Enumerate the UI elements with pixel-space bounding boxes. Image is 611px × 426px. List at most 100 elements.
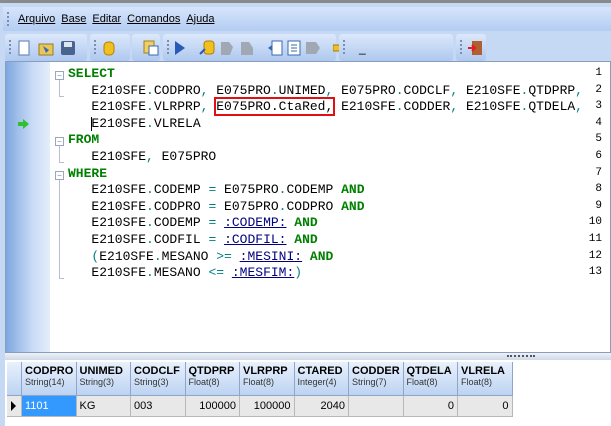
save-icon[interactable] [59,39,77,57]
column-header-codder[interactable]: CODDER String(7) [349,362,404,396]
column-type: String(3) [79,377,115,387]
toolbar-grip[interactable] [9,40,11,54]
code-line[interactable]: FROM [68,132,99,148]
column-name: UNIMED [79,365,123,377]
fold-toggle-icon[interactable]: − [55,71,64,80]
toolbar-file [5,34,87,61]
code-line[interactable]: (E210SFE.MESANO >= :MESINI: AND [68,249,333,265]
grid-cell[interactable]: 0 [403,396,458,417]
toolbar-import [132,34,160,61]
code-token: CODPRO [153,198,209,214]
code-line[interactable]: E210SFE.MESANO <= :MESFIM:) [68,265,302,281]
menu-base[interactable]: Base [61,13,86,25]
db-link-icon[interactable] [199,39,215,57]
database-icon[interactable] [100,39,118,57]
code-token: , [575,99,583,115]
splitter-grip[interactable] [507,355,535,357]
code-token: . [146,198,154,214]
code-token: CODCLF [403,82,451,98]
code-line[interactable]: E210SFE.CODPRO = E075PRO.CODPRO AND [68,198,364,215]
code-line[interactable]: E210SFE.CODFIL = :CODFIL: AND [68,232,317,248]
disabled-action-icon[interactable] [219,39,235,57]
column-type: Float(8) [243,377,275,387]
grid-corner [7,362,22,396]
parameter-token: :CODFIL: [224,232,287,247]
sql-editor[interactable]: 1 2 3 4 5 6 7 8 9 10 11 12 13 − − − SELECT E210SFE.CODP… [5,61,611,353]
menu-editar[interactable]: Editar [92,13,121,25]
run-icon[interactable] [173,39,187,57]
line-number: 8 [595,183,602,196]
code-token: E075PRO [341,82,396,98]
menu-ajuda[interactable]: Ajuda [186,13,214,25]
code-line[interactable]: E210SFE.CODEMP = E075PRO.CODEMP AND [68,182,365,198]
grid-cell[interactable]: KG [76,396,131,417]
column-name: CTARED [297,365,343,377]
line-number: 13 [588,266,602,279]
toolbar-grip[interactable] [167,40,169,54]
code-token: CODFIL [153,232,209,247]
column-header-unimed[interactable]: UNIMED String(3) [76,362,131,396]
column-header-ctared[interactable]: CTARED Integer(4) [294,362,349,396]
column-header-codpro[interactable]: CODPRO String(14) [22,362,77,396]
menu-comandos[interactable]: Comandos [127,13,180,25]
grid-cell[interactable]: 100000 [240,396,295,417]
column-header-qtdela[interactable]: QTDELA Float(8) [403,362,458,396]
menu-arquivo[interactable]: Arquivo [18,13,55,25]
toolbar-grip[interactable] [94,40,96,54]
grid-cell[interactable]: 1101 [22,396,77,417]
sql-keyword: AND [294,215,318,231]
code-line[interactable]: E210SFE.CODPRO, E075PRO.UNIMED, E075PRO.… [68,83,583,99]
code-token: . [146,215,154,231]
open-file-icon[interactable] [37,39,55,57]
code-token: E210SFE [465,82,521,98]
column-type: Float(8) [461,377,493,387]
new-file-icon[interactable] [15,39,33,57]
fold-toggle-icon[interactable]: − [55,137,64,147]
code-line[interactable]: WHERE [68,166,107,182]
disabled-action-icon[interactable] [239,39,255,57]
grid-cell[interactable]: 100000 [185,396,240,417]
list-icon[interactable] [287,39,301,57]
toolbar-grip[interactable] [460,40,462,54]
line-number: 6 [595,150,602,162]
column-header-codclf[interactable]: CODCLF String(3) [131,362,186,396]
grid-cell[interactable] [349,396,404,417]
exit-icon[interactable] [466,39,484,57]
column-header-vlrprp[interactable]: VLRPRP Float(8) [240,362,295,396]
import-icon[interactable] [142,39,160,57]
sql-keyword: AND [341,182,365,198]
column-header-vlrela[interactable]: VLRELA Float(8) [458,362,513,396]
code-line[interactable]: E210SFE.VLRELA [68,116,201,132]
fold-toggle-icon[interactable]: − [55,170,64,180]
disabled-next-icon[interactable] [305,39,321,57]
code-line[interactable]: E210SFE.VLRPRP, E075PRO.CtaRed, E210SFE.… [68,97,583,117]
row-indicator[interactable] [7,396,22,417]
code-line[interactable]: E210SFE, E075PRO [68,149,216,165]
code-line[interactable]: SELECT [68,66,115,82]
code-token: , [200,99,217,115]
grid-cell[interactable]: 2040 [294,396,349,417]
grid-cell[interactable]: 003 [131,396,186,417]
code-token: . [146,265,154,281]
code-line[interactable]: E210SFE.CODEMP = :CODEMP: AND [68,215,318,231]
sql-keyword: WHERE [68,165,108,181]
grid-cell[interactable]: 0 [458,396,513,417]
code-token: E210SFE [68,182,147,198]
code-token: QTDELA [528,99,576,115]
code-token: MESANO [153,265,209,281]
toolbar-grip[interactable] [343,40,345,54]
column-name: QTDELA [406,365,452,377]
column-header-qtdprp[interactable]: QTDPRP Float(8) [185,362,240,396]
code-token: E075PRO [161,149,217,164]
column-name: QTDPRP [188,365,235,377]
indent-left-icon[interactable] [267,39,283,57]
code-token: . [153,248,162,264]
splitter-handle[interactable] [5,353,611,360]
menu-bar: Arquivo Base Editar Comandos Ajuda [3,7,611,31]
menu-grip[interactable] [7,12,9,26]
code-token: . [146,182,154,198]
code-token: E075PRO [216,82,271,98]
parameter-token: :CODEMP: [224,215,287,231]
